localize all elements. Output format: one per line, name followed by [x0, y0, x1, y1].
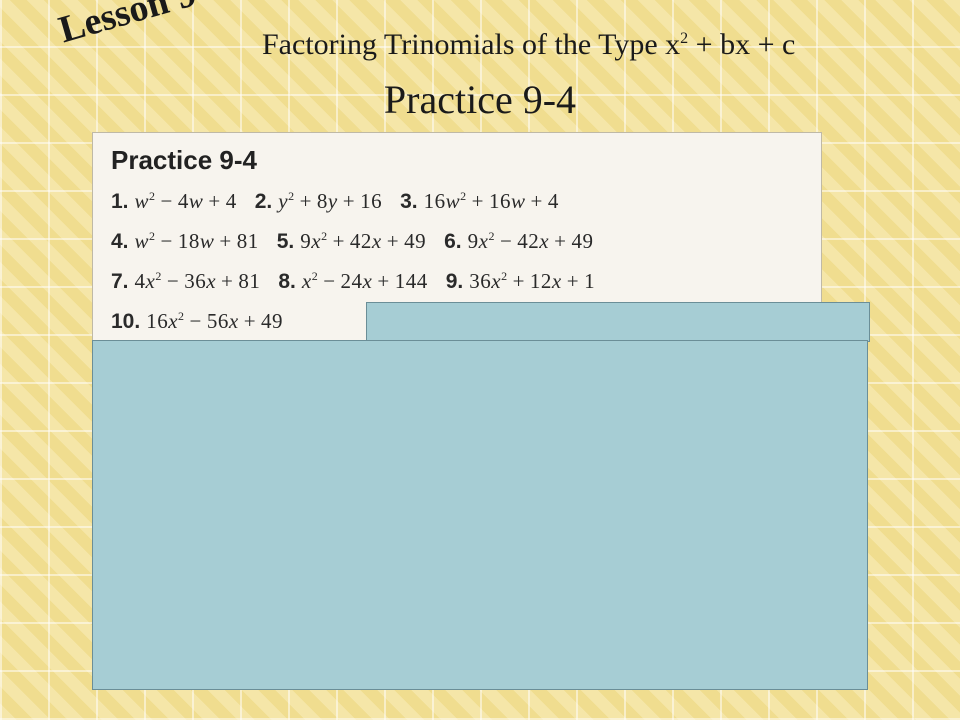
panel-heading: Practice 9-4: [111, 145, 803, 176]
problem-row: 10. 16x2−56x+49: [111, 302, 803, 342]
problem-5: 5. 9x2+42x+49: [277, 222, 426, 262]
lesson-title-suffix: + bx + c: [688, 28, 795, 61]
problem-row: 4. w2−18w+81 5. 9x2+42x+49 6. 9x2−42x+49: [111, 222, 803, 262]
problem-number: 7.: [111, 262, 129, 302]
problem-expression: 16x2−56x+49: [146, 302, 283, 342]
lesson-label: Lesson 9-5: [54, 0, 232, 52]
problem-7: 7. 4x2−36x+81: [111, 262, 260, 302]
problem-expression: 9x2+42x+49: [300, 222, 426, 262]
problem-expression: 9x2−42x+49: [468, 222, 594, 262]
problem-6: 6. 9x2−42x+49: [444, 222, 593, 262]
problem-expression: w2−4w+4: [135, 182, 237, 222]
problem-row: 7. 4x2−36x+81 8. x2−24x+144 9. 36x2+12x+…: [111, 262, 803, 302]
problem-10: 10. 16x2−56x+49: [111, 302, 283, 342]
problem-8: 8. x2−24x+144: [278, 262, 427, 302]
problem-number: 3.: [400, 182, 418, 222]
problem-number: 10.: [111, 302, 140, 342]
slide-stage: Lesson 9-5 Factoring Trinomials of the T…: [0, 0, 960, 720]
lesson-title-prefix: Factoring Trinomials of the Type x: [262, 28, 680, 61]
problem-9: 9. 36x2+12x+1: [446, 262, 595, 302]
problem-4: 4. w2−18w+81: [111, 222, 259, 262]
problem-number: 8.: [278, 262, 296, 302]
problem-expression: 16w2+16w+4: [424, 182, 559, 222]
lesson-title-sup: 2: [680, 30, 688, 47]
problem-number: 4.: [111, 222, 129, 262]
lesson-title: Factoring Trinomials of the Type x2 + bx…: [262, 28, 795, 62]
problem-number: 5.: [277, 222, 295, 262]
worksheet-panel: Practice 9-4 1. w2−4w+4 2. y2+8y+16 3. 1…: [92, 132, 822, 353]
problem-row: 1. w2−4w+4 2. y2+8y+16 3. 16w2+16w+4: [111, 182, 803, 222]
problem-number: 2.: [255, 182, 273, 222]
problem-number: 1.: [111, 182, 129, 222]
problem-number: 9.: [446, 262, 464, 302]
problem-1: 1. w2−4w+4: [111, 182, 237, 222]
problem-expression: x2−24x+144: [302, 262, 428, 302]
problem-expression: 4x2−36x+81: [135, 262, 261, 302]
problem-2: 2. y2+8y+16: [255, 182, 382, 222]
practice-title: Practice 9-4: [0, 76, 960, 123]
problem-expression: w2−18w+81: [135, 222, 259, 262]
cover-rectangle-lower: [92, 340, 868, 690]
problem-3: 3. 16w2+16w+4: [400, 182, 559, 222]
problem-expression: 36x2+12x+1: [469, 262, 595, 302]
problem-expression: y2+8y+16: [278, 182, 382, 222]
problem-number: 6.: [444, 222, 462, 262]
